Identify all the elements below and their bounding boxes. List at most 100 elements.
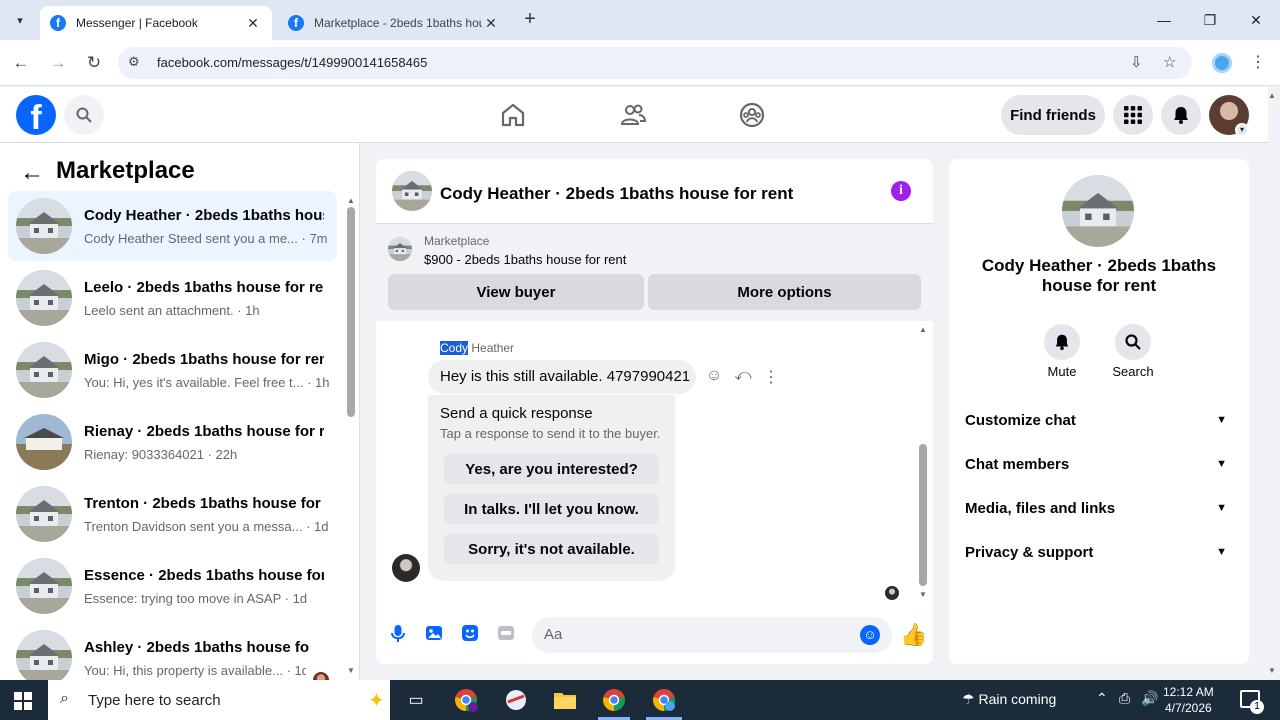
listing-avatar [16, 198, 72, 254]
thumbs-up-icon[interactable]: 👍 [900, 622, 927, 648]
close-tab-icon[interactable]: ✕ [482, 15, 500, 32]
chevron-down-icon: ▼ [1216, 458, 1227, 470]
emoji-icon[interactable]: ☺ [860, 625, 880, 645]
scroll-up-icon[interactable]: ▲ [347, 196, 355, 205]
browser-menu-icon[interactable]: ⋮ [1250, 52, 1266, 72]
network-icon[interactable]: ⎙ [1119, 690, 1130, 707]
photo-icon[interactable] [424, 623, 444, 643]
groups-icon[interactable] [738, 101, 766, 129]
chat-members-section[interactable]: Chat members ▼ [965, 444, 1233, 484]
conversation-name: Leelo · 2beds 1baths house for rent [84, 279, 324, 296]
restore-button[interactable]: ❐ [1187, 8, 1233, 32]
section-label: Customize chat [965, 411, 1076, 429]
extension-icon[interactable] [1212, 53, 1232, 73]
volume-icon[interactable]: 🔊 [1141, 690, 1158, 707]
read-receipt-avatar [313, 672, 329, 680]
scroll-down-icon[interactable]: ▼ [347, 666, 355, 675]
facebook-header: f Find friends ▾ [0, 87, 1268, 143]
facebook-logo-icon[interactable]: f [16, 95, 56, 135]
conversation-item[interactable]: Ashley · 2beds 1baths house for rent You… [8, 623, 337, 680]
friends-icon[interactable] [619, 101, 647, 129]
messages-scrollbar[interactable] [919, 444, 927, 586]
conversation-item[interactable]: Cody Heather · 2beds 1baths house for re… [8, 191, 337, 261]
customize-chat-section[interactable]: Customize chat ▼ [965, 400, 1233, 440]
chrome-active-icon[interactable] [650, 686, 678, 714]
chrome-profile-u-icon[interactable] [452, 686, 480, 714]
listing-avatar [16, 558, 72, 614]
details-name: Cody Heather · 2beds 1baths house for re… [981, 256, 1217, 295]
weather-widget[interactable]: ☂ Rain coming [962, 691, 1056, 708]
taskbar-search-box[interactable]: ⌕ Type here to search ✦ [48, 680, 390, 720]
close-window-button[interactable]: ✕ [1233, 8, 1279, 32]
listing-price-title[interactable]: $900 - 2beds 1baths house for rent [424, 252, 626, 267]
back-icon[interactable]: ← [8, 50, 34, 76]
quick-response-option[interactable]: Yes, are you interested? [444, 454, 659, 484]
listing-avatar[interactable] [392, 171, 432, 211]
task-view-icon[interactable]: ▭ [402, 686, 430, 714]
taskbar-search-placeholder: Type here to search [88, 692, 221, 709]
conversation-item[interactable]: Trenton · 2beds 1baths house for rent Tr… [8, 479, 337, 549]
home-icon[interactable] [499, 101, 527, 129]
new-tab-button[interactable]: + [518, 8, 542, 32]
conversation-name: Rienay · 2beds 1baths house for rent [84, 423, 324, 440]
more-actions-icon[interactable]: ⋮ [761, 367, 781, 387]
file-explorer-icon[interactable] [551, 686, 579, 714]
scroll-down-icon[interactable]: ▼ [919, 590, 927, 599]
notifications-bell-icon[interactable] [1161, 95, 1201, 135]
microphone-icon[interactable] [388, 623, 408, 643]
message-bubble[interactable]: Hey is this still available. 4797990421 [428, 360, 696, 394]
section-label: Privacy & support [965, 543, 1094, 561]
system-clock[interactable]: 12:12 AM 4/7/2026 [1163, 684, 1214, 716]
conversation-item[interactable]: Essence · 2beds 1baths house for rent Es… [8, 551, 337, 621]
chevron-down-icon[interactable]: ▾ [1235, 123, 1249, 137]
gif-icon[interactable] [496, 623, 516, 643]
quick-response-option[interactable]: Sorry, it's not available. [444, 534, 659, 564]
scroll-up-icon[interactable]: ▲ [919, 325, 927, 334]
find-friends-button[interactable]: Find friends [1001, 95, 1105, 135]
search-in-conversation-button[interactable] [1115, 324, 1151, 360]
react-emoji-icon[interactable]: ☺ [704, 367, 724, 387]
page-scroll-down-icon[interactable]: ▼ [1268, 666, 1276, 675]
bookmark-star-icon[interactable]: ☆ [1163, 53, 1176, 71]
close-tab-icon[interactable]: ✕ [244, 15, 262, 32]
windows-start-icon[interactable] [14, 692, 32, 710]
page-scroll-up-icon[interactable]: ▲ [1268, 91, 1276, 100]
reload-icon[interactable]: ↻ [81, 50, 107, 76]
quick-response-option[interactable]: In talks. I'll let you know. [444, 494, 659, 524]
quick-response-title: Send a quick response [440, 405, 593, 422]
message-input[interactable]: Aa ☺ [532, 617, 892, 653]
forward-icon[interactable]: → [45, 50, 71, 76]
tab-title: Marketplace - 2beds 1baths house for ren… [314, 16, 482, 30]
media-files-links-section[interactable]: Media, files and links ▼ [965, 488, 1233, 528]
back-arrow-icon[interactable]: ← [20, 159, 44, 187]
tab-search-dropdown-icon[interactable]: ▾ [8, 8, 32, 32]
listing-avatar [16, 270, 72, 326]
minimize-button[interactable]: — [1141, 8, 1187, 32]
mute-button[interactable] [1044, 324, 1080, 360]
url-text[interactable]: facebook.com/messages/t/1499900141658465 [157, 55, 427, 70]
tab-messenger[interactable]: f Messenger | Facebook ✕ [40, 6, 272, 40]
privacy-support-section[interactable]: Privacy & support ▼ [965, 532, 1233, 572]
listing-avatar [1062, 175, 1134, 247]
chrome-icon[interactable] [600, 686, 628, 714]
app-icon[interactable] [502, 686, 530, 714]
show-hidden-icons-icon[interactable]: ⌃ [1096, 690, 1108, 707]
address-bar[interactable]: ⚙ facebook.com/messages/t/14999001416584… [118, 47, 1192, 79]
sticker-icon[interactable] [460, 623, 480, 643]
install-app-icon[interactable]: ⇩ [1130, 53, 1143, 71]
conversation-title[interactable]: Cody Heather · 2beds 1baths house for re… [440, 184, 793, 204]
conversation-item[interactable]: Migo · 2beds 1baths house for rent You: … [8, 335, 337, 405]
search-icon: ⌕ [60, 690, 69, 707]
info-icon[interactable]: i [891, 181, 911, 201]
menu-grid-icon[interactable] [1113, 95, 1153, 135]
site-info-icon[interactable]: ⚙ [128, 54, 140, 70]
section-label: Media, files and links [965, 499, 1116, 517]
chat-list-scrollbar[interactable] [347, 207, 355, 417]
more-options-button[interactable]: More options [648, 274, 921, 310]
search-icon[interactable] [64, 95, 104, 135]
reply-icon[interactable]: ⤺ [733, 367, 753, 387]
conversation-item[interactable]: Rienay · 2beds 1baths house for rent Rie… [8, 407, 337, 477]
conversation-item[interactable]: Leelo · 2beds 1baths house for rent Leel… [8, 263, 337, 333]
tab-marketplace[interactable]: f Marketplace - 2beds 1baths house for r… [278, 6, 510, 40]
view-buyer-button[interactable]: View buyer [388, 274, 644, 310]
